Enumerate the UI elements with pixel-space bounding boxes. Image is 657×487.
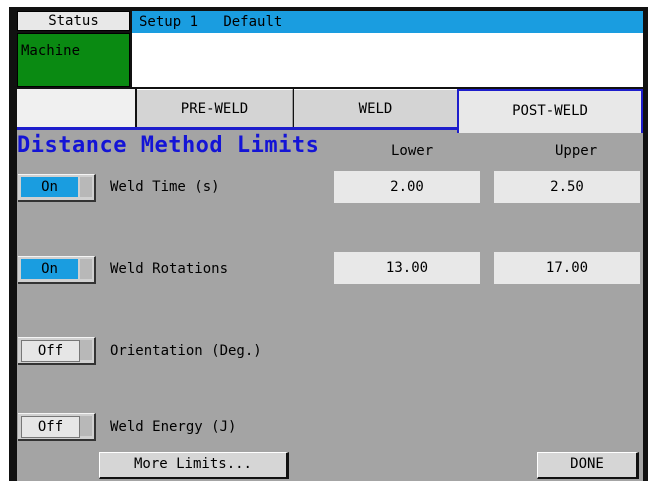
- machine-tab[interactable]: Machine: [17, 33, 130, 87]
- orientation-toggle[interactable]: Off: [18, 337, 96, 365]
- more-limits-button[interactable]: More Limits...: [99, 452, 289, 479]
- weld-time-lower-field[interactable]: 2.00: [334, 171, 480, 203]
- orientation-toggle-label: Off: [21, 340, 80, 362]
- weld-time-label: Weld Time (s): [110, 179, 220, 195]
- status-tab-label: Status: [48, 13, 99, 29]
- weld-rotations-lower-field[interactable]: 13.00: [334, 252, 480, 284]
- toggle-edge: [80, 340, 92, 360]
- setup-title: Setup 1 Default: [139, 13, 282, 31]
- weld-rotations-label: Weld Rotations: [110, 261, 229, 277]
- tab-pre-weld-label: PRE-WELD: [180, 101, 249, 117]
- weld-rotations-upper-field[interactable]: 17.00: [494, 252, 640, 284]
- weld-energy-toggle[interactable]: Off: [18, 413, 96, 441]
- header-strip: [132, 55, 643, 87]
- setup-config: Default: [223, 14, 283, 30]
- weld-time-upper-field[interactable]: 2.50: [494, 171, 640, 203]
- tab-post-weld-label: POST-WELD: [512, 103, 588, 119]
- lower-column-header: Lower: [391, 143, 434, 159]
- more-limits-button-label: More Limits...: [133, 456, 252, 472]
- done-button[interactable]: DONE: [537, 452, 639, 479]
- toggle-edge: [80, 259, 92, 279]
- done-button-label: DONE: [570, 456, 604, 472]
- weld-time-toggle-label: On: [21, 177, 78, 197]
- orientation-label: Orientation (Deg.): [110, 343, 262, 359]
- machine-tab-label: Machine: [21, 43, 81, 59]
- upper-column-header: Upper: [555, 143, 598, 159]
- weld-energy-label: Weld Energy (J): [110, 419, 237, 435]
- tab-weld-label: WELD: [358, 101, 393, 117]
- toggle-edge: [80, 177, 92, 197]
- tab-row-spacer: [17, 89, 135, 127]
- weld-rotations-toggle[interactable]: On: [18, 256, 96, 284]
- section-title: Distance Method Limits: [17, 133, 320, 158]
- weld-rotations-toggle-label: On: [21, 259, 78, 279]
- weld-time-toggle[interactable]: On: [18, 174, 96, 202]
- hmi-screen: Setup 1 Default Status Machine PRE-WELD …: [9, 7, 648, 481]
- status-tab[interactable]: Status: [17, 11, 130, 31]
- setup-name: Setup 1: [139, 14, 199, 30]
- tab-pre-weld[interactable]: PRE-WELD: [137, 89, 293, 127]
- tab-post-weld[interactable]: POST-WELD: [457, 89, 643, 133]
- weld-energy-toggle-label: Off: [21, 416, 80, 438]
- tab-underline: [17, 127, 457, 130]
- tab-weld[interactable]: WELD: [294, 89, 457, 127]
- toggle-edge: [80, 416, 92, 436]
